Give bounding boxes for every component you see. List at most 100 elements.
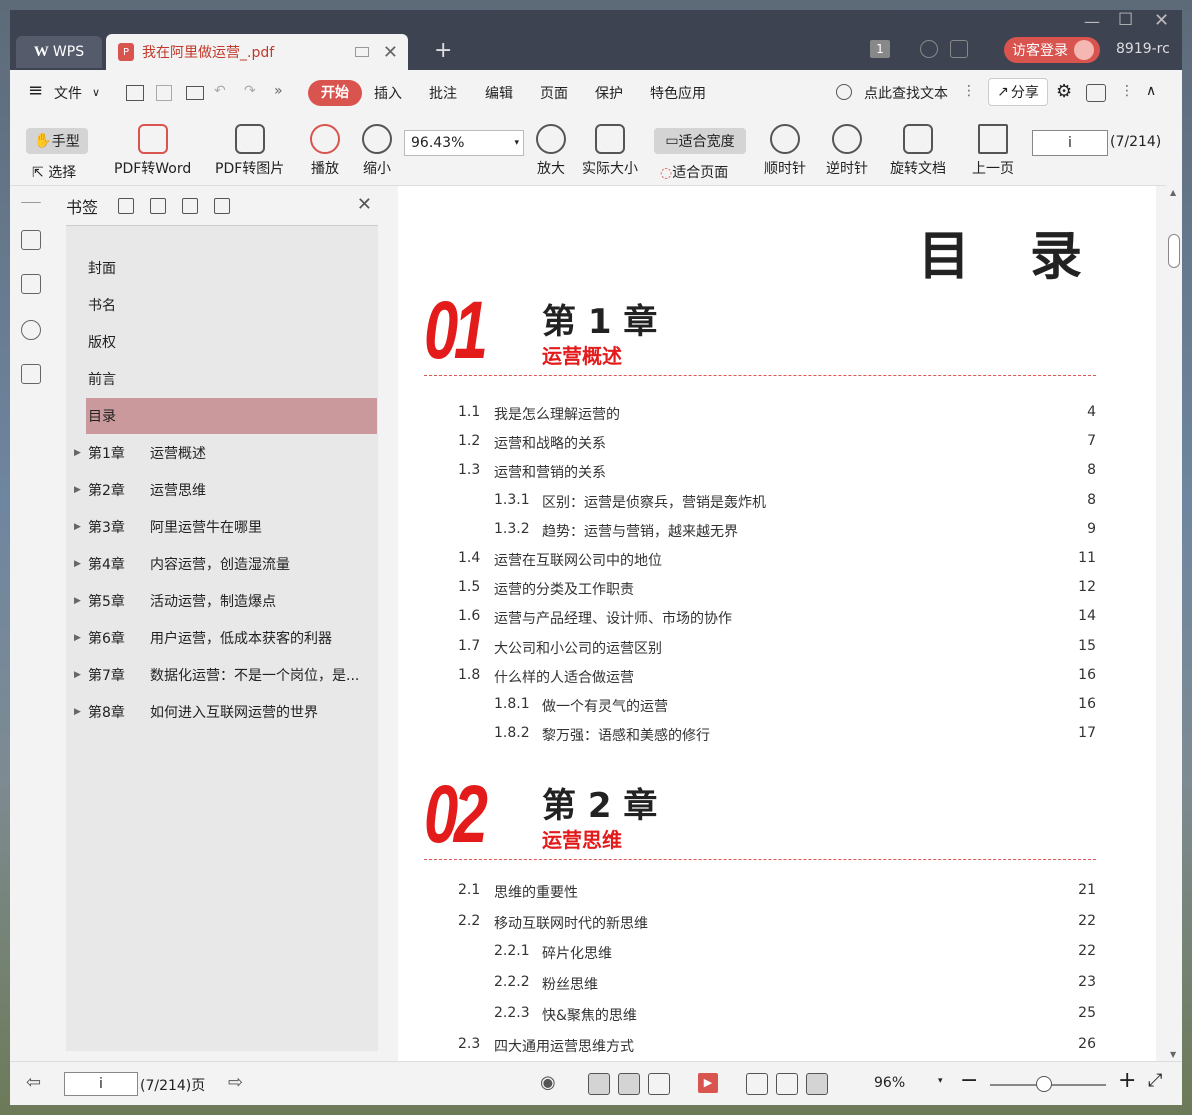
fit-width-icon[interactable] bbox=[806, 1073, 828, 1095]
next-page-arrow-icon[interactable]: ⇨ bbox=[228, 1072, 243, 1093]
bookmark-chapter[interactable]: ▶ 第5章 活动运营，制造爆点 bbox=[74, 583, 376, 619]
tab-start[interactable]: 开始 bbox=[308, 80, 362, 106]
share-button[interactable]: ↗ 分享 bbox=[988, 78, 1048, 106]
signature-icon[interactable] bbox=[21, 364, 41, 384]
bookmark-chapter[interactable]: ▶ 第2章 运营思维 bbox=[74, 472, 376, 508]
bookmark-chapter[interactable]: ▶ 第4章 内容运营，创造湿流量 bbox=[74, 546, 376, 582]
tab-special-apps[interactable]: 特色应用 bbox=[650, 83, 706, 103]
fit-width-button[interactable]: ▭ 适合宽度 bbox=[654, 128, 746, 154]
zoom-out-button[interactable]: 缩小 bbox=[362, 124, 392, 178]
previous-page-button[interactable]: 上一页 bbox=[972, 124, 1014, 178]
chevron-down-icon[interactable]: ∨ bbox=[92, 86, 100, 99]
close-window-icon[interactable]: ✕ bbox=[1154, 10, 1169, 31]
bookmark-chapter[interactable]: ▶ 第7章 数据化运营：不是一个岗位，是... bbox=[74, 657, 376, 693]
bookmark-item[interactable]: 前言 bbox=[86, 361, 376, 397]
pdf-page-view[interactable]: 目录 01 第 1 章 运营概述 1.1 我是怎么理解运营的 4 1.2 运营和战略的关… bbox=[398, 186, 1156, 1061]
wps-home-tab[interactable]: W WPS bbox=[16, 36, 102, 68]
tab-insert[interactable]: 插入 bbox=[374, 83, 402, 103]
undo-icon[interactable]: ↶ bbox=[214, 83, 226, 99]
bookmark-chapter[interactable]: ▶ 第8章 如何进入互联网运营的世界 bbox=[74, 694, 376, 730]
expand-arrow-icon[interactable]: ▶ bbox=[74, 670, 81, 680]
file-menu[interactable]: 文件 bbox=[54, 83, 82, 103]
bookmark-chapter[interactable]: ▶ 第1章 运营概述 bbox=[74, 435, 376, 471]
zoom-plus-icon[interactable]: + bbox=[1118, 1068, 1136, 1093]
rotate-clockwise-button[interactable]: 顺时针 bbox=[764, 124, 806, 178]
rotate-document-button[interactable]: 旋转文档 bbox=[890, 124, 946, 178]
play-button[interactable]: 播放 bbox=[310, 124, 340, 178]
monitor-icon[interactable] bbox=[354, 47, 369, 57]
presentation-play-icon[interactable]: ▶ bbox=[698, 1073, 718, 1093]
scroll-up-icon[interactable]: ▲ bbox=[1170, 188, 1176, 197]
select-tool-button[interactable]: ⇱ 选择 bbox=[32, 162, 76, 182]
maximize-icon[interactable]: ☐ bbox=[1118, 10, 1133, 30]
settings-gear-icon[interactable]: ⚙ bbox=[1056, 81, 1072, 102]
bookmark-item[interactable]: 版权 bbox=[86, 324, 376, 360]
actual-size-button[interactable]: 实际大小 bbox=[582, 124, 638, 178]
bookmark-item[interactable]: 封面 bbox=[86, 250, 376, 286]
thumbnail-icon[interactable] bbox=[21, 274, 41, 294]
fit-page-button[interactable]: ◌适合页面 bbox=[660, 162, 728, 182]
bookmark-item[interactable]: 书名 bbox=[86, 287, 376, 323]
collapse-all-icon[interactable] bbox=[150, 197, 167, 214]
annotation-icon[interactable] bbox=[21, 320, 41, 340]
bookmark-icon[interactable] bbox=[214, 197, 231, 214]
skin-icon[interactable] bbox=[950, 40, 968, 58]
bookmark-item-selected[interactable]: 目录 bbox=[86, 398, 377, 434]
bookmark-chapter[interactable]: ▶ 第6章 用户运营，低成本获客的利器 bbox=[74, 620, 376, 656]
guest-login-button[interactable]: 访客登录 bbox=[1004, 37, 1100, 63]
search-icon[interactable] bbox=[836, 84, 852, 100]
zoom-select[interactable]: 96.43% ▾ bbox=[404, 130, 524, 156]
vertical-scrollbar[interactable]: ▲ ▼ bbox=[1166, 186, 1182, 1061]
sync-icon[interactable] bbox=[920, 40, 938, 58]
search-text-button[interactable]: 点此查找文本 bbox=[864, 83, 948, 103]
expand-arrow-icon[interactable]: ▶ bbox=[74, 596, 81, 606]
status-page-input[interactable]: i bbox=[64, 1072, 138, 1096]
zoom-minus-icon[interactable]: − bbox=[960, 1068, 978, 1093]
tab-page[interactable]: 页面 bbox=[540, 83, 568, 103]
tab-comment[interactable]: 批注 bbox=[429, 83, 457, 103]
kebab-menu-icon[interactable]: ⋮ bbox=[1120, 83, 1134, 99]
drag-handle-icon[interactable] bbox=[21, 202, 41, 204]
outline-icon[interactable] bbox=[21, 230, 41, 250]
fit-page-icon[interactable] bbox=[776, 1073, 798, 1095]
dual-page-view-icon[interactable] bbox=[648, 1073, 670, 1095]
expand-all-icon[interactable] bbox=[118, 197, 135, 214]
page-number-input[interactable]: i bbox=[1032, 130, 1108, 156]
tab-edit[interactable]: 编辑 bbox=[485, 83, 513, 103]
zoom-slider-knob[interactable] bbox=[1036, 1076, 1052, 1092]
document-tab[interactable]: P 我在阿里做运营_.pdf ✕ bbox=[106, 34, 408, 70]
collapse-ribbon-icon[interactable]: ∧ bbox=[1146, 83, 1156, 99]
feedback-icon[interactable] bbox=[1086, 84, 1106, 102]
close-tab-icon[interactable]: ✕ bbox=[383, 42, 398, 63]
more-options-icon[interactable]: ⋮ bbox=[962, 83, 976, 99]
pdf-to-word-button[interactable]: PDF转Word bbox=[114, 124, 191, 178]
fullscreen-icon[interactable]: ⤢ bbox=[1148, 1070, 1162, 1091]
add-bookmark-icon[interactable] bbox=[182, 197, 199, 214]
window-count-badge[interactable]: 1 bbox=[870, 40, 890, 58]
zoom-in-button[interactable]: 放大 bbox=[536, 124, 566, 178]
prev-page-arrow-icon[interactable]: ⇦ bbox=[26, 1072, 41, 1093]
rotate-counterclockwise-button[interactable]: 逆时针 bbox=[826, 124, 868, 178]
expand-arrow-icon[interactable]: ▶ bbox=[74, 559, 81, 569]
scrollbar-thumb[interactable] bbox=[1168, 234, 1180, 268]
close-panel-icon[interactable]: ✕ bbox=[357, 194, 372, 215]
redo-icon[interactable]: ↷ bbox=[244, 83, 256, 99]
hamburger-menu-icon[interactable]: ≡ bbox=[28, 80, 43, 101]
expand-arrow-icon[interactable]: ▶ bbox=[74, 485, 81, 495]
continuous-view-icon[interactable] bbox=[618, 1073, 640, 1095]
open-folder-icon[interactable] bbox=[126, 85, 144, 101]
hand-tool-button[interactable]: ✋ 手型 bbox=[26, 128, 88, 154]
actual-size-icon[interactable] bbox=[746, 1073, 768, 1095]
single-page-view-icon[interactable] bbox=[588, 1073, 610, 1095]
bookmark-chapter[interactable]: ▶ 第3章 阿里运营牛在哪里 bbox=[74, 509, 376, 545]
expand-arrow-icon[interactable]: ▶ bbox=[74, 522, 81, 532]
expand-arrow-icon[interactable]: ▶ bbox=[74, 633, 81, 643]
save-icon[interactable] bbox=[156, 85, 172, 101]
pdf-to-image-button[interactable]: PDF转图片 bbox=[215, 124, 284, 178]
minimize-icon[interactable]: — bbox=[1084, 12, 1100, 31]
zoom-level[interactable]: 96% bbox=[874, 1075, 905, 1091]
tab-protect[interactable]: 保护 bbox=[595, 83, 623, 103]
scroll-down-icon[interactable]: ▼ bbox=[1170, 1050, 1176, 1059]
expand-arrow-icon[interactable]: ▶ bbox=[74, 448, 81, 458]
more-icon[interactable]: » bbox=[274, 83, 283, 99]
